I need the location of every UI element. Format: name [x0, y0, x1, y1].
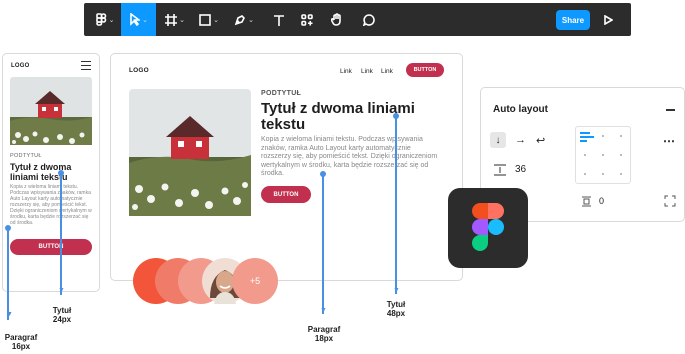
desktop-subtitle: PODTYTUŁ	[261, 90, 302, 97]
comment-icon	[363, 13, 375, 26]
resources-tool-button[interactable]	[294, 3, 320, 36]
nav-link[interactable]: Link	[340, 68, 352, 75]
pen-icon	[234, 14, 246, 25]
annotation-size: 48px	[386, 309, 406, 318]
chevron-down-icon: ⌄	[179, 16, 185, 24]
frame-tool-button[interactable]: ⌄	[160, 3, 190, 36]
more-avatars-badge[interactable]: +5	[232, 258, 278, 304]
arrow-down-icon: ↓	[495, 134, 501, 146]
main-menu-button[interactable]: ⌄	[90, 3, 120, 36]
hamburger-menu-icon[interactable]	[81, 61, 91, 70]
pen-tool-button[interactable]: ⌄	[228, 3, 260, 36]
alignment-dot	[584, 173, 586, 175]
spacing-input[interactable]: 36	[515, 164, 526, 175]
figma-menu-icon	[95, 13, 106, 26]
independent-padding-icon[interactable]	[664, 195, 676, 207]
annotation-size: 18px	[314, 334, 334, 343]
alignment-bar	[580, 136, 594, 138]
mobile-logo: LOGO	[11, 63, 30, 69]
alignment-dot	[620, 154, 622, 156]
present-button[interactable]	[598, 3, 618, 36]
desktop-hero-image	[129, 89, 251, 216]
chevron-down-icon: ⌄	[108, 16, 115, 24]
mobile-card-frame[interactable]: LOGO PODTYTUŁ Tytuł z dwoma liniami teks…	[2, 53, 100, 292]
frame-icon	[165, 13, 178, 26]
chevron-down-icon: ⌄	[248, 16, 254, 24]
annotation-line	[7, 228, 9, 320]
vertical-direction-button[interactable]: ↓	[490, 132, 506, 148]
text-tool-button[interactable]	[266, 3, 292, 36]
hand-tool-button[interactable]	[324, 3, 350, 36]
annotation-line	[395, 116, 397, 294]
alignment-dot	[602, 135, 604, 137]
text-icon	[274, 14, 284, 26]
annotation-title-24: Tytuł 24px	[42, 306, 82, 324]
move-tool-button[interactable]: ⌄	[121, 3, 156, 36]
alignment-dot	[584, 154, 586, 156]
panel-title: Auto layout	[493, 104, 548, 115]
nav-button[interactable]: BUTTON	[406, 63, 444, 77]
chevron-down-icon: ⌄	[142, 16, 148, 24]
annotation-title-48: Tytuł 48px	[376, 300, 416, 318]
annotation-line	[60, 173, 62, 295]
mobile-hero-image	[10, 77, 92, 145]
more-options-icon[interactable]: ⋯	[663, 134, 676, 148]
alignment-bar	[580, 140, 587, 142]
play-icon	[603, 14, 613, 25]
figma-logo-icon	[472, 203, 504, 251]
annotation-label: Paragraf	[4, 333, 38, 342]
rectangle-icon	[199, 13, 211, 26]
figma-toolbar: ⌄ ⌄ ⌄ ⌄ ⌄ Share	[84, 3, 631, 36]
padding-input[interactable]: 0	[599, 196, 604, 206]
arrow-down-icon: ▼	[6, 311, 13, 318]
hand-icon	[331, 13, 341, 26]
components-icon	[301, 13, 313, 26]
wrap-icon: ↩	[536, 135, 546, 147]
cursor-icon	[130, 13, 141, 26]
chevron-down-icon: ⌄	[213, 16, 219, 24]
annotation-paragraph-16: Paragraf 16px	[0, 333, 44, 351]
desktop-paragraph: Kopia z wieloma liniami tekstu. Podczas …	[261, 136, 438, 177]
desktop-title: Tytuł z dwoma liniami tekstu	[261, 100, 415, 133]
figma-app-icon	[448, 188, 528, 268]
mobile-button[interactable]: BUTTON	[10, 239, 92, 255]
desktop-card-frame[interactable]: LOGO Link Link Link BUTTON PODTYTUŁ Tytu…	[110, 53, 463, 281]
annotation-label: Tytuł	[52, 306, 72, 315]
alignment-dot	[602, 154, 604, 156]
alignment-dot	[602, 173, 604, 175]
mobile-paragraph: Kopia z wieloma liniami tekstu. Podczas …	[10, 184, 92, 226]
spacing-icon	[494, 164, 506, 176]
arrow-down-icon: ▼	[58, 287, 65, 294]
mobile-title: Tytuł z dwoma liniami tekstu	[10, 162, 72, 182]
annotation-size: 24px	[52, 315, 72, 324]
wrap-direction-button[interactable]: ↩	[536, 134, 545, 147]
nav-link[interactable]: Link	[361, 68, 373, 75]
desktop-logo: LOGO	[129, 67, 149, 74]
remove-auto-layout-icon[interactable]	[666, 109, 675, 111]
mobile-subtitle: PODTYTUŁ	[10, 153, 42, 159]
padding-icon	[582, 196, 591, 207]
comment-tool-button[interactable]	[356, 3, 382, 36]
annotation-line	[322, 174, 324, 314]
arrow-right-icon: →	[515, 134, 526, 146]
annotation-label: Paragraf	[307, 325, 341, 334]
alignment-bar	[580, 132, 590, 134]
annotation-paragraph-18: Paragraf 18px	[301, 325, 347, 343]
alignment-dot	[620, 135, 622, 137]
alignment-grid[interactable]	[575, 126, 631, 184]
annotation-size: 16px	[11, 342, 31, 351]
desktop-button[interactable]: BUTTON	[261, 186, 311, 203]
shape-tool-button[interactable]: ⌄	[194, 3, 224, 36]
horizontal-direction-button[interactable]: →	[515, 134, 526, 146]
share-button[interactable]: Share	[556, 10, 590, 30]
alignment-dot	[620, 173, 622, 175]
nav-link[interactable]: Link	[381, 68, 393, 75]
annotation-label: Tytuł	[386, 300, 406, 309]
arrow-down-icon: ▼	[393, 287, 400, 294]
arrow-down-icon: ▼	[320, 307, 327, 314]
